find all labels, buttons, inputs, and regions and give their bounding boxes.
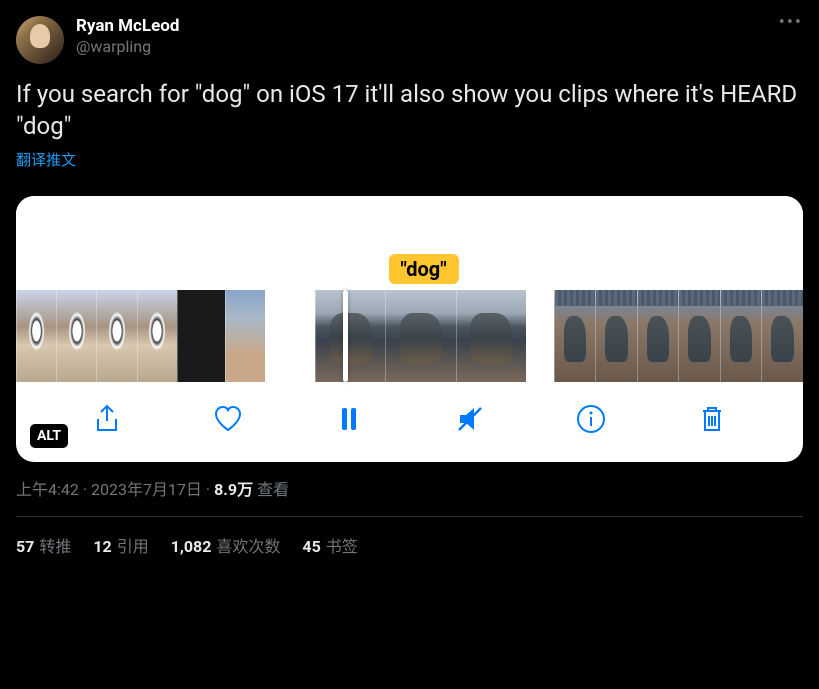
- likes-stat[interactable]: 1,082喜欢次数: [171, 533, 281, 557]
- tweet-meta: 上午4:42 · 2023年7月17日 · 8.9万 查看: [16, 476, 803, 517]
- media-card[interactable]: "dog": [16, 196, 803, 462]
- translate-link[interactable]: 翻译推文: [16, 149, 76, 170]
- views-label[interactable]: 查看: [257, 480, 289, 499]
- video-frame: [315, 290, 385, 382]
- video-frame: [720, 290, 762, 382]
- playhead-indicator[interactable]: [343, 290, 348, 382]
- quotes-stat[interactable]: 12引用: [93, 533, 148, 557]
- info-icon[interactable]: [574, 402, 608, 436]
- video-frame: [56, 290, 96, 382]
- video-filmstrip[interactable]: [16, 290, 803, 382]
- video-frame: [554, 290, 596, 382]
- clip-group: [16, 290, 265, 382]
- more-icon[interactable]: •••: [779, 12, 803, 33]
- user-info[interactable]: Ryan McLeod @warpling: [76, 16, 179, 56]
- heart-icon[interactable]: [211, 402, 245, 436]
- trash-icon[interactable]: [695, 402, 729, 436]
- pause-icon[interactable]: [332, 402, 366, 436]
- video-frame: [96, 290, 136, 382]
- video-frame: [177, 290, 225, 382]
- video-frame: [456, 290, 526, 382]
- tweet-header: Ryan McLeod @warpling •••: [16, 16, 803, 64]
- tweet-container: Ryan McLeod @warpling ••• If you search …: [0, 0, 819, 573]
- bookmarks-stat[interactable]: 45书签: [302, 533, 357, 557]
- tweet-date[interactable]: 2023年7月17日: [91, 480, 202, 499]
- video-frame: [761, 290, 803, 382]
- share-icon[interactable]: [90, 402, 124, 436]
- video-frame: [16, 290, 56, 382]
- display-name: Ryan McLeod: [76, 16, 179, 36]
- media-top-area: "dog": [16, 196, 803, 284]
- tweet-text: If you search for "dog" on iOS 17 it'll …: [16, 78, 803, 143]
- views-count: 8.9万: [214, 480, 253, 499]
- video-frame: [595, 290, 637, 382]
- avatar[interactable]: [16, 16, 64, 64]
- retweets-stat[interactable]: 57转推: [16, 533, 71, 557]
- video-frame: [225, 290, 265, 382]
- video-frame: [637, 290, 679, 382]
- search-highlight-label: "dog": [388, 254, 458, 284]
- media-toolbar: [16, 382, 803, 462]
- tweet-time[interactable]: 上午4:42: [16, 480, 79, 499]
- clip-group: [554, 290, 803, 382]
- video-frame: [678, 290, 720, 382]
- user-handle: @warpling: [76, 37, 179, 56]
- video-frame: [137, 290, 177, 382]
- stats-line: 57转推 12引用 1,082喜欢次数 45书签: [16, 517, 803, 557]
- mute-icon[interactable]: [453, 402, 487, 436]
- video-frame: [385, 290, 455, 382]
- alt-badge[interactable]: ALT: [30, 424, 68, 448]
